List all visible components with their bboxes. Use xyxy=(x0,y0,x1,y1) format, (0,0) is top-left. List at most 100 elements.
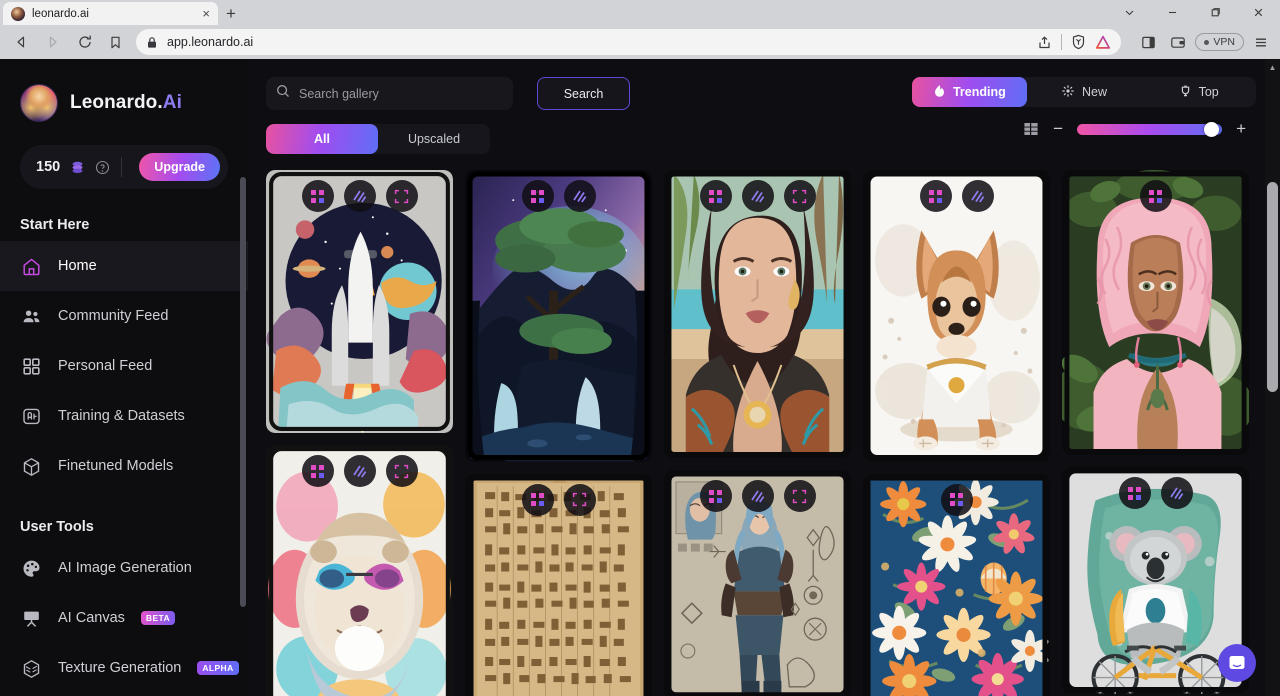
search-input-wrapper[interactable] xyxy=(266,77,513,110)
scroll-up-arrow-icon[interactable]: ▲ xyxy=(1265,59,1280,75)
sidebar-panel-icon[interactable] xyxy=(1135,29,1161,55)
sidebar-scrollbar[interactable] xyxy=(240,59,246,696)
remix-grid-icon[interactable] xyxy=(1118,477,1151,510)
zoom-slider[interactable] xyxy=(1077,121,1223,137)
remix-grid-icon[interactable] xyxy=(301,180,334,212)
sidebar-item-texture-generation[interactable]: Texture Generation ALPHA xyxy=(0,643,248,693)
expand-fullscreen-icon[interactable] xyxy=(783,180,816,212)
sidebar-item-home[interactable]: Home xyxy=(0,241,248,291)
tab-new[interactable]: New xyxy=(1027,77,1142,107)
app-sidebar: Leonardo.Ai 150 Upgrade Start Here Home … xyxy=(0,59,248,696)
close-window-icon[interactable] xyxy=(1237,0,1280,25)
upscale-lines-icon[interactable] xyxy=(343,180,376,212)
search-input[interactable] xyxy=(299,86,503,101)
expand-fullscreen-icon[interactable] xyxy=(563,483,596,516)
vpn-status-dot xyxy=(1204,39,1210,45)
sidebar-item-label: AI Image Generation xyxy=(58,560,192,576)
new-tab-button[interactable]: + xyxy=(218,2,244,25)
tab-trending[interactable]: Trending xyxy=(912,77,1027,107)
upscale-lines-icon[interactable] xyxy=(961,180,994,212)
image-beach-portrait-woman xyxy=(664,170,851,459)
brand-logo-link[interactable]: Leonardo.Ai xyxy=(0,77,248,129)
gallery-card[interactable] xyxy=(465,473,652,696)
url-text: app.leonardo.ai xyxy=(167,35,254,49)
sidebar-item-personal-feed[interactable]: Personal Feed xyxy=(0,341,248,391)
zoom-out-button[interactable]: − xyxy=(1053,120,1063,137)
expand-fullscreen-icon[interactable] xyxy=(783,480,816,513)
remix-grid-icon[interactable] xyxy=(919,180,952,212)
back-arrow-icon[interactable] xyxy=(6,28,36,56)
close-icon[interactable]: × xyxy=(202,7,210,20)
brave-leo-icon[interactable] xyxy=(1095,35,1111,50)
navigation-bar: app.leonardo.ai VPN xyxy=(0,25,1280,59)
card-action-bar xyxy=(1062,180,1249,212)
sidebar-item-training-datasets[interactable]: Training & Datasets xyxy=(0,391,248,441)
page-scrollbar[interactable]: ▲ xyxy=(1265,59,1280,696)
upscale-lines-icon[interactable] xyxy=(1160,477,1193,510)
page-scrollbar-thumb[interactable] xyxy=(1267,182,1278,392)
sidebar-item-label: Finetuned Models xyxy=(58,458,174,474)
sidebar-item-label: Personal Feed xyxy=(58,358,153,374)
sidebar-item-ai-image-generation[interactable]: AI Image Generation xyxy=(0,543,248,593)
bookmark-icon[interactable] xyxy=(102,28,128,56)
image-pink-haired-fairy xyxy=(1062,170,1249,456)
brave-wallet-icon[interactable] xyxy=(1165,29,1191,55)
maximize-icon[interactable] xyxy=(1194,0,1237,25)
intercom-chat-icon[interactable] xyxy=(1218,644,1256,682)
brave-shields-icon[interactable] xyxy=(1071,34,1086,50)
tab-upscaled[interactable]: Upscaled xyxy=(378,124,490,154)
gallery-card[interactable] xyxy=(465,170,652,462)
expand-fullscreen-icon[interactable] xyxy=(385,455,418,488)
remix-grid-icon[interactable] xyxy=(699,180,732,212)
help-circle-icon[interactable] xyxy=(95,160,110,175)
chevron-down-icon[interactable] xyxy=(1108,0,1151,25)
gallery-grid xyxy=(266,170,1249,696)
gallery-card[interactable] xyxy=(664,170,851,459)
card-action-bar xyxy=(863,180,1050,212)
share-icon[interactable] xyxy=(1037,35,1052,50)
palette-icon xyxy=(20,557,42,579)
address-bar[interactable]: app.leonardo.ai xyxy=(136,29,1122,55)
search-button[interactable]: Search xyxy=(537,77,630,110)
gallery-filter-tabs: All Upscaled xyxy=(266,124,490,154)
gallery-card[interactable] xyxy=(863,170,1050,462)
sidebar-item-ai-canvas[interactable]: AI Canvas BETA xyxy=(0,593,248,643)
remix-grid-icon[interactable] xyxy=(521,180,554,212)
upscale-lines-icon[interactable] xyxy=(741,480,774,513)
gallery-card[interactable] xyxy=(863,473,1050,696)
gallery-card[interactable] xyxy=(266,170,453,434)
remix-grid-icon[interactable] xyxy=(301,455,334,488)
hamburger-menu-icon[interactable] xyxy=(1248,29,1274,55)
sidebar-item-community-feed[interactable]: Community Feed xyxy=(0,291,248,341)
vpn-button[interactable]: VPN xyxy=(1195,33,1244,51)
forward-arrow-icon[interactable] xyxy=(38,28,68,56)
minimize-icon[interactable] xyxy=(1151,0,1194,25)
sidebar-item-label: AI Canvas xyxy=(58,610,125,626)
upscale-lines-icon[interactable] xyxy=(741,180,774,212)
layout-density-icon[interactable] xyxy=(1023,121,1039,137)
sidebar-scrollbar-thumb[interactable] xyxy=(240,177,246,607)
gallery-card[interactable] xyxy=(664,470,851,696)
gallery-card[interactable] xyxy=(1062,170,1249,456)
remix-grid-icon[interactable] xyxy=(521,483,554,516)
upgrade-button[interactable]: Upgrade xyxy=(139,153,220,181)
gallery-card[interactable] xyxy=(266,445,453,696)
remix-grid-icon[interactable] xyxy=(1139,180,1172,212)
remix-grid-icon[interactable] xyxy=(940,483,973,516)
browser-tab[interactable]: leonardo.ai × xyxy=(3,2,218,25)
expand-fullscreen-icon[interactable] xyxy=(385,180,418,212)
sidebar-item-label: Texture Generation xyxy=(58,660,182,676)
upscale-lines-icon[interactable] xyxy=(343,455,376,488)
tab-all[interactable]: All xyxy=(266,124,378,154)
zoom-slider-knob[interactable] xyxy=(1204,121,1220,137)
sidebar-item-finetuned-models[interactable]: Finetuned Models xyxy=(0,441,248,491)
status-badge: BETA xyxy=(140,611,176,625)
card-action-bar xyxy=(465,483,652,516)
card-action-bar xyxy=(664,480,851,513)
tab-top[interactable]: Top xyxy=(1141,77,1256,107)
remix-grid-icon[interactable] xyxy=(699,480,732,513)
texture-cube-icon xyxy=(20,657,42,679)
reload-icon[interactable] xyxy=(70,28,100,56)
upscale-lines-icon[interactable] xyxy=(563,180,596,212)
zoom-in-button[interactable]: + xyxy=(1236,120,1246,137)
